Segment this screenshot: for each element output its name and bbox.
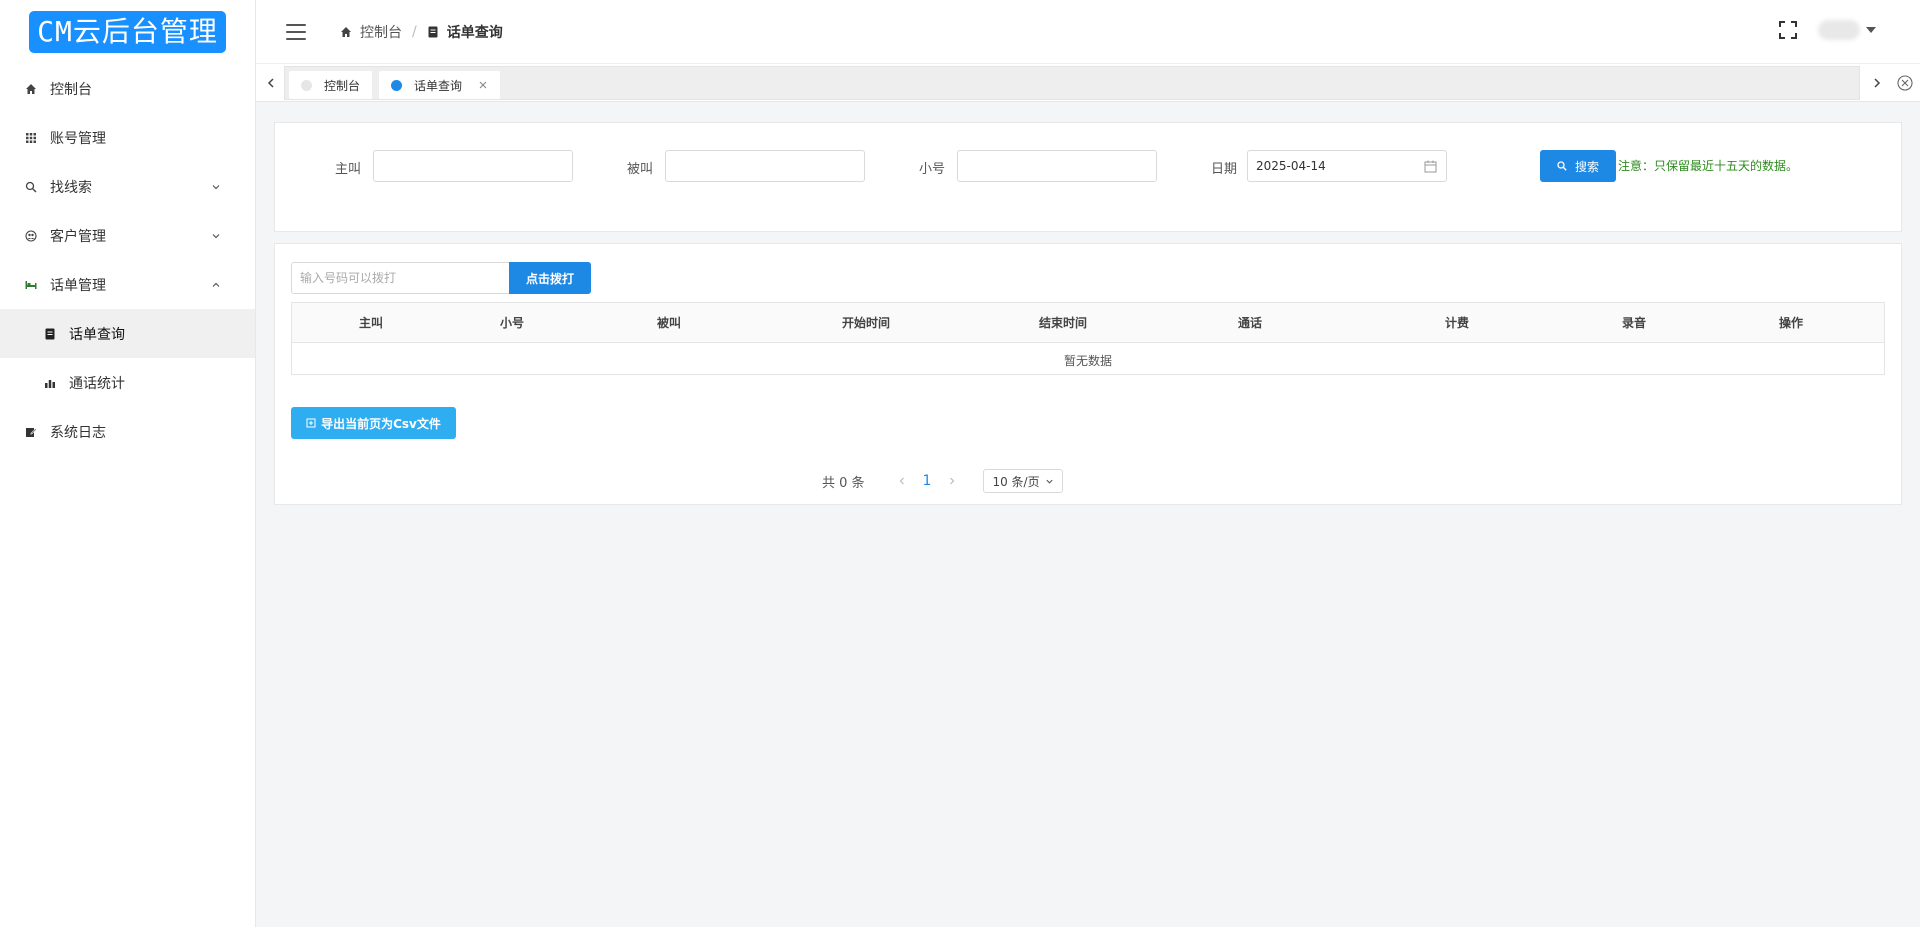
top-header: 控制台 / 话单查询	[256, 0, 1920, 64]
sidebar-item-find-leads[interactable]: 找线索	[0, 162, 255, 211]
tab-active-dot-icon	[391, 79, 402, 91]
breadcrumb-separator: /	[412, 23, 417, 40]
records-table: 主叫 小号 被叫 开始时间 结束时间 通话 计费 录音 操作 暂无数据	[291, 302, 1885, 375]
search-button-label: 搜索	[1574, 159, 1599, 174]
header-actions	[1778, 20, 1876, 40]
page-size-select[interactable]: 10 条/页	[983, 469, 1063, 493]
next-page-icon[interactable]	[947, 476, 957, 486]
close-all-tabs-icon[interactable]	[1896, 74, 1914, 92]
menu-toggle-icon[interactable]	[286, 23, 306, 40]
grid-icon	[24, 131, 38, 145]
logo-area: CM云后台管理	[0, 0, 255, 64]
column-header[interactable]: 录音	[1622, 303, 1646, 343]
sidebar-item-label: 通话统计	[69, 375, 125, 392]
fullscreen-icon[interactable]	[1778, 20, 1798, 40]
search-button[interactable]: 搜索	[1540, 150, 1616, 182]
pagination: 共 0 条 1 10 条/页	[822, 469, 1063, 493]
empty-state: 暂无数据	[1063, 354, 1112, 368]
sidebar-item-accounts[interactable]: 账号管理	[0, 113, 255, 162]
records-panel: 点击拨打 主叫 小号 被叫 开始时间 结束时间 通话 计费 录音 操作 暂无数据…	[274, 243, 1902, 505]
small-number-label: 小号	[919, 162, 946, 177]
tab-call-query[interactable]: 话单查询	[379, 71, 501, 99]
users-icon	[24, 229, 38, 243]
export-icon	[306, 418, 316, 428]
sidebar-item-system-log[interactable]: 系统日志	[0, 407, 255, 456]
search-icon	[24, 180, 38, 194]
sidebar-item-label: 找线索	[50, 179, 92, 196]
document-icon	[43, 327, 57, 341]
column-header[interactable]: 结束时间	[1039, 303, 1087, 343]
tabs-strip: 控制台 话单查询	[284, 66, 1860, 100]
export-button-label: 导出当前页为Csv文件	[321, 416, 441, 431]
chevron-down-icon	[212, 233, 220, 238]
tab-label: 话单查询	[414, 78, 463, 93]
callee-label: 被叫	[627, 162, 654, 177]
chevron-right-icon[interactable]	[1864, 70, 1890, 96]
breadcrumb: 控制台 / 话单查询	[340, 22, 503, 42]
tabs-bar: 控制台 话单查询	[256, 64, 1920, 102]
sidebar-item-dashboard[interactable]: 控制台	[0, 64, 255, 113]
breadcrumb-home[interactable]: 控制台	[360, 22, 402, 42]
app-logo[interactable]: CM云后台管理	[29, 11, 226, 53]
small-number-input[interactable]	[957, 150, 1157, 182]
sidebar-item-customers[interactable]: 客户管理	[0, 211, 255, 260]
column-header[interactable]: 开始时间	[842, 303, 890, 343]
page-number[interactable]: 1	[923, 473, 932, 489]
sidebar-item-call-records[interactable]: 话单管理	[0, 260, 255, 309]
home-icon	[24, 82, 38, 96]
caller-input[interactable]	[373, 150, 573, 182]
sidebar-item-call-stats[interactable]: 通话统计	[0, 358, 255, 407]
column-header[interactable]: 计费	[1445, 303, 1469, 343]
sidebar-item-label: 客户管理	[50, 228, 106, 245]
date-label: 日期	[1211, 162, 1238, 177]
home-icon	[341, 26, 351, 37]
breadcrumb-current: 话单查询	[446, 24, 503, 41]
sidebar-item-call-query[interactable]: 话单查询	[0, 309, 255, 358]
retention-notice: 注意：只保留最近十五天的数据。	[1618, 159, 1799, 173]
tab-label: 控制台	[324, 78, 361, 93]
tab-dashboard[interactable]: 控制台	[289, 71, 373, 99]
dial-number-input[interactable]	[291, 262, 509, 294]
sidebar-item-label: 话单管理	[50, 277, 106, 294]
sidebar: CM云后台管理 控制台 账号管理 找线索 客户管理 话单管理 话单查询 通话统计…	[0, 0, 256, 927]
bed-icon	[24, 278, 38, 292]
date-input[interactable]	[1247, 150, 1447, 182]
column-header[interactable]: 被叫	[657, 303, 681, 343]
edit-log-icon	[24, 425, 38, 439]
dial-button[interactable]: 点击拨打	[509, 262, 591, 294]
close-icon[interactable]	[478, 80, 488, 90]
page-size-label: 10 条/页	[992, 474, 1040, 489]
sidebar-item-label: 系统日志	[50, 424, 106, 441]
chevron-left-icon[interactable]	[258, 70, 284, 96]
table-header: 主叫 小号 被叫 开始时间 结束时间 通话 计费 录音 操作	[292, 303, 1884, 343]
export-csv-button[interactable]: 导出当前页为Csv文件	[291, 407, 456, 439]
callee-input[interactable]	[665, 150, 865, 182]
sidebar-item-label: 话单查询	[69, 326, 125, 343]
column-header[interactable]: 小号	[500, 303, 524, 343]
tab-dot-icon	[301, 79, 312, 91]
caller-label: 主叫	[335, 162, 362, 177]
document-icon	[428, 26, 438, 37]
search-panel: 主叫 被叫 小号 日期 搜索 注意：只保留最近十五天的数据。	[274, 122, 1902, 232]
chevron-down-icon	[1046, 479, 1053, 484]
chevron-down-icon	[212, 184, 220, 189]
calendar-icon[interactable]	[1424, 160, 1437, 173]
column-header[interactable]: 操作	[1779, 303, 1803, 343]
column-header[interactable]: 主叫	[359, 303, 383, 343]
sidebar-item-label: 控制台	[50, 81, 92, 98]
bar-chart-icon	[43, 376, 57, 390]
pagination-total: 共 0 条	[822, 475, 865, 491]
caret-down-icon[interactable]	[1866, 27, 1876, 33]
sidebar-item-label: 账号管理	[50, 130, 106, 147]
column-header[interactable]: 通话	[1238, 303, 1262, 343]
prev-page-icon[interactable]	[897, 476, 907, 486]
sidebar-menu: 控制台 账号管理 找线索 客户管理 话单管理 话单查询 通话统计 系统日志	[0, 64, 255, 456]
chevron-up-icon	[212, 282, 220, 287]
avatar[interactable]	[1818, 20, 1860, 40]
search-icon	[1557, 161, 1567, 171]
